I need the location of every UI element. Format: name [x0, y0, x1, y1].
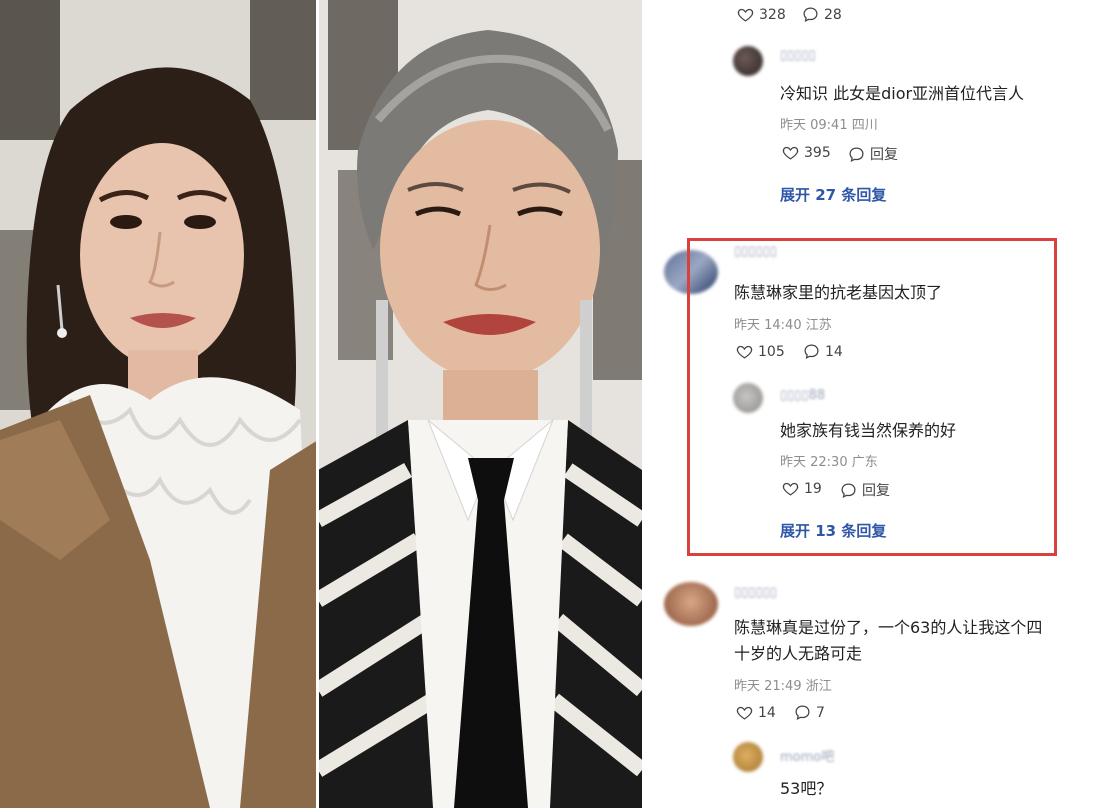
reply-label: 回复 [870, 147, 898, 163]
reply-count-button[interactable]: 28 [802, 6, 842, 23]
username[interactable]: ▯▯▯▯▯ [780, 48, 816, 63]
avatar[interactable] [664, 582, 718, 626]
highlight-box [687, 238, 1057, 556]
comment-text-line1: 陈慧琳真是过份了，一个63的人让我这个四 [734, 618, 1043, 637]
like-button[interactable]: 395 [782, 144, 831, 161]
like-count: 328 [759, 6, 786, 23]
heart-icon [736, 706, 753, 720]
photo-right-woman [318, 0, 642, 808]
expand-replies-link[interactable]: 展开 27 条回复 [780, 184, 886, 205]
portrait-left-illustration [0, 0, 318, 808]
comment-text: 冷知识 此女是dior亚洲首位代言人 [780, 84, 1025, 103]
comment-location: 浙江 [805, 679, 832, 694]
heart-icon [782, 146, 799, 160]
reply-count: 7 [816, 704, 825, 721]
portrait-right-illustration [318, 0, 642, 808]
photo-left-woman [0, 0, 318, 808]
heart-icon [737, 8, 754, 22]
photo-divider [316, 0, 319, 808]
reply-button[interactable]: 回复 [848, 144, 898, 164]
comment-icon [803, 7, 818, 23]
like-button[interactable]: 328 [737, 6, 786, 23]
like-button[interactable]: 14 [736, 704, 776, 721]
photo-collage [0, 0, 642, 808]
avatar[interactable] [733, 46, 763, 76]
like-count: 14 [758, 704, 776, 721]
comment-location: 四川 [851, 118, 878, 133]
comment-meta: 昨天 21:49 浙江 [734, 675, 832, 694]
avatar[interactable] [733, 742, 763, 772]
comment-text: 53吧？ [780, 779, 833, 798]
username[interactable]: ▯▯▯▯▯▯ [734, 585, 777, 600]
username[interactable]: momo吧 [780, 746, 834, 765]
like-count: 395 [804, 144, 831, 161]
reply-count-button[interactable]: 7 [794, 704, 825, 721]
reply-count: 28 [824, 6, 842, 23]
comment-text-line2: 十岁的人无路可走 [734, 644, 863, 663]
comment-meta: 昨天 09:41 四川 [780, 114, 878, 133]
comment-icon [849, 146, 864, 162]
comment-icon [795, 705, 810, 721]
comment-date: 昨天 21:49 [734, 679, 802, 694]
comment-date: 昨天 09:41 [780, 118, 848, 133]
